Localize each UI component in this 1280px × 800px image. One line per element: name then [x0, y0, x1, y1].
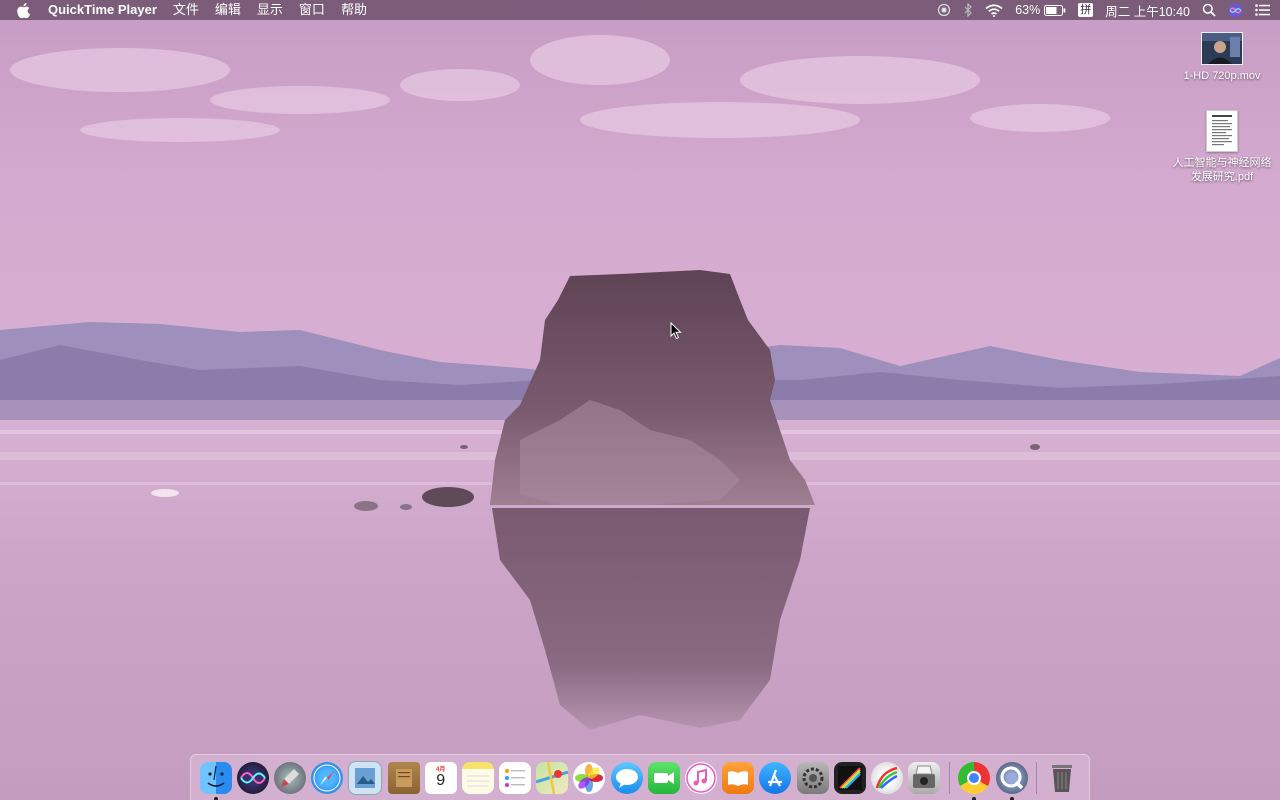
movie-thumbnail-icon	[1201, 32, 1243, 65]
dock-pixelmator-icon[interactable]	[870, 761, 903, 794]
notification-center-icon[interactable]	[1255, 4, 1270, 16]
calendar-day: 9	[436, 771, 446, 789]
dock-itunes-icon[interactable]	[685, 761, 718, 794]
dock-app-store-icon[interactable]	[759, 761, 792, 794]
dock-trash-icon[interactable]	[1046, 762, 1078, 794]
mouse-cursor-icon	[670, 322, 682, 340]
desktop[interactable]: QuickTime Player 文件 编辑 显示 窗口 帮助 63% 拼 周二…	[0, 0, 1280, 800]
dock-calendar-icon[interactable]: 4月 9	[424, 761, 457, 794]
menu-bar-left: QuickTime Player 文件 编辑 显示 窗口 帮助	[16, 0, 925, 20]
menu-window[interactable]: 窗口	[299, 0, 325, 20]
desktop-file-pdf[interactable]: 人工智能与神经网络发展研究.pdf	[1167, 110, 1277, 184]
apple-menu-icon[interactable]	[16, 2, 30, 18]
spotlight-search-icon[interactable]	[1202, 3, 1216, 17]
wifi-icon[interactable]	[985, 3, 1003, 17]
desktop-file-movie-label: 1-HD 720p.mov	[1183, 70, 1261, 82]
siri-icon[interactable]	[1228, 3, 1243, 18]
dock-running-indicator	[213, 796, 218, 800]
bluetooth-icon[interactable]	[963, 3, 973, 17]
menu-help[interactable]: 帮助	[341, 0, 367, 20]
input-method-icon[interactable]: 拼	[1078, 3, 1094, 17]
dock-system-preferences-icon[interactable]	[796, 761, 829, 794]
dock-photos-icon[interactable]	[573, 761, 606, 794]
dock-running-indicator	[1009, 796, 1014, 800]
dock-maps-icon[interactable]	[536, 761, 569, 794]
dock-ibooks-icon[interactable]	[722, 761, 755, 794]
menu-view[interactable]: 显示	[257, 0, 283, 20]
dock-launchpad-icon[interactable]	[273, 761, 306, 794]
menu-file[interactable]: 文件	[173, 0, 199, 20]
dock-reminders-icon[interactable]	[499, 761, 532, 794]
clock[interactable]: 周二 上午10:40	[1105, 1, 1190, 20]
dock-running-indicator	[972, 796, 977, 800]
dock-separator	[1036, 761, 1038, 794]
menu-app-name[interactable]: QuickTime Player	[48, 0, 157, 20]
dock-notefile-icon[interactable]	[387, 761, 420, 794]
dock-siri-icon[interactable]	[236, 761, 269, 794]
dock-chrome-icon[interactable]	[958, 761, 991, 800]
desktop-file-pdf-label: 人工智能与神经网络发展研究.pdf	[1172, 157, 1272, 183]
dock-final-cut-pro-icon[interactable]	[833, 761, 866, 794]
battery-icon[interactable]	[1044, 4, 1066, 16]
wallpaper-image	[0, 0, 1280, 800]
dock-quicktime-icon[interactable]	[995, 761, 1028, 800]
dock-notes-icon[interactable]	[461, 761, 494, 794]
battery-percent[interactable]: 63%	[1015, 3, 1040, 17]
dock-separator	[948, 761, 950, 794]
dock-facetime-icon[interactable]	[647, 761, 680, 794]
dock-finder-icon[interactable]	[199, 761, 232, 800]
dock-safari-icon[interactable]	[311, 761, 344, 794]
menu-edit[interactable]: 编辑	[215, 0, 241, 20]
desktop-file-movie[interactable]: 1-HD 720p.mov	[1167, 32, 1277, 83]
dock-preview-icon[interactable]	[348, 760, 383, 795]
screen-record-icon[interactable]	[937, 3, 951, 17]
dock-messages-icon[interactable]	[610, 761, 643, 794]
dock-image-capture-icon[interactable]	[908, 761, 941, 794]
menu-bar-right: 63% 拼 周二 上午10:40	[925, 0, 1270, 20]
dock: 4月 9	[190, 754, 1090, 800]
pdf-document-icon	[1206, 110, 1238, 152]
input-method-label: 拼	[1078, 3, 1094, 17]
menu-bar: QuickTime Player 文件 编辑 显示 窗口 帮助 63% 拼 周二…	[0, 0, 1280, 20]
